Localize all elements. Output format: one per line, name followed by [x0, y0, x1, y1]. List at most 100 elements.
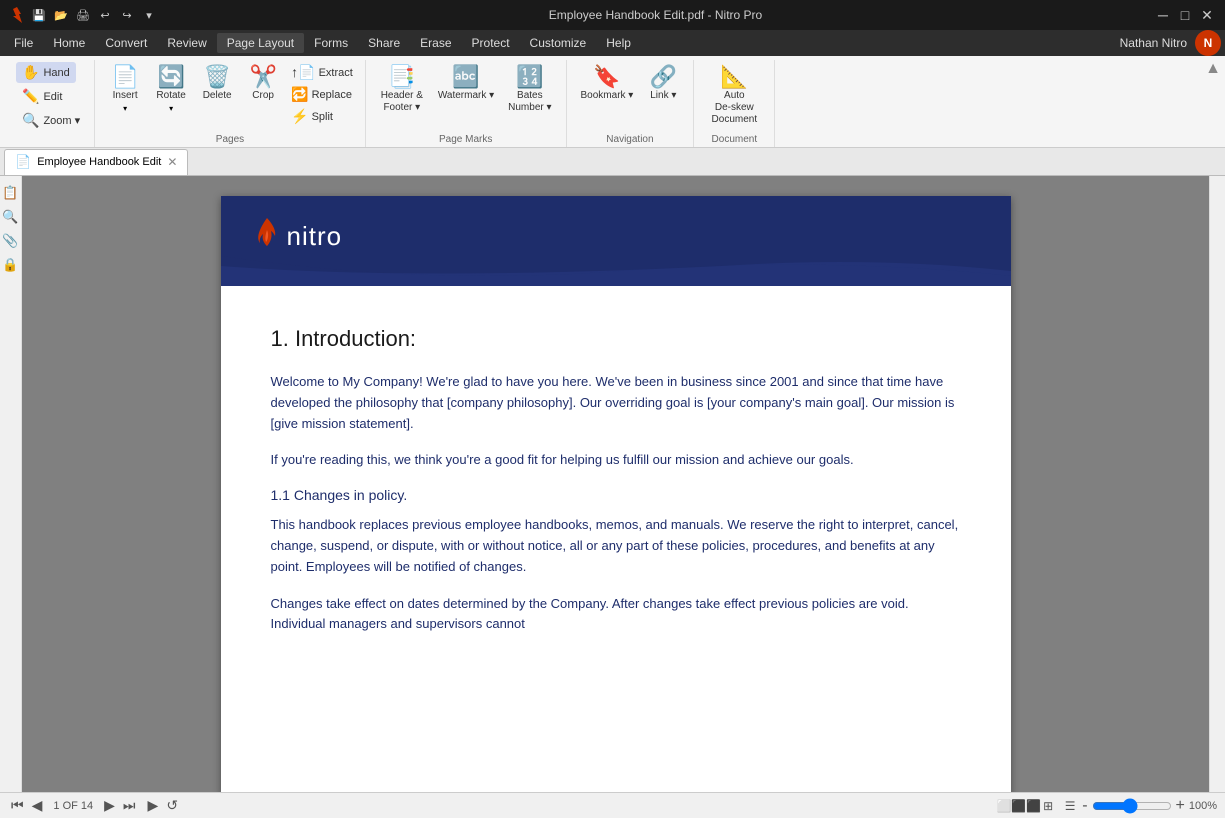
menu-customize[interactable]: Customize	[520, 33, 597, 53]
qa-undo[interactable]: ↩	[96, 6, 114, 24]
first-page-button[interactable]: ⏮	[8, 797, 27, 814]
nitro-flame-icon	[251, 216, 283, 256]
user-name: Nathan Nitro	[1120, 36, 1187, 50]
qa-print[interactable]: 🖨	[74, 6, 92, 24]
tab-label: Employee Handbook Edit	[37, 156, 161, 168]
qa-more[interactable]: ▾	[140, 6, 158, 24]
section-heading-2: 1.1 Changes in policy.	[271, 487, 961, 503]
last-page-button[interactable]: ⏭	[120, 797, 139, 814]
header-footer-button[interactable]: 📑 Header &Footer ▾	[374, 62, 430, 118]
tab-icon: 📄	[15, 154, 31, 170]
ribbon-group-mode: ✋ Hand ✏️ Edit 🔍 Zoom ▾	[8, 60, 95, 147]
document-tab[interactable]: 📄 Employee Handbook Edit ✕	[4, 149, 188, 175]
prev-page-button[interactable]: ◀	[29, 797, 46, 814]
minimize-button[interactable]: ─	[1153, 5, 1173, 25]
edit-mode-button[interactable]: ✏️ Edit	[16, 86, 68, 107]
status-bar: ⏮ ◀ 1 OF 14 ▶ ⏭ ▶ ↺ ⬜ ⬛⬛ ⊞ ☰ - + 100%	[0, 792, 1225, 818]
tab-bar: 📄 Employee Handbook Edit ✕	[0, 148, 1225, 176]
play-button[interactable]: ▶	[145, 797, 162, 814]
menu-protect[interactable]: Protect	[462, 33, 520, 53]
menu-erase[interactable]: Erase	[410, 33, 461, 53]
menu-home[interactable]: Home	[43, 33, 95, 53]
view-scroll-icon[interactable]: ☰	[1060, 796, 1080, 816]
hand-icon: ✋	[22, 64, 39, 81]
user-avatar[interactable]: N	[1195, 30, 1221, 56]
vertical-scrollbar[interactable]	[1209, 176, 1225, 792]
pdf-header: nitro	[221, 196, 1011, 286]
document-group-label: Document	[712, 130, 758, 145]
window-title: Employee Handbook Edit.pdf - Nitro Pro	[158, 8, 1153, 22]
split-icon: ⚡	[291, 108, 308, 125]
view-controls: ⬜ ⬛⬛ ⊞ ☰ - + 100%	[994, 796, 1217, 816]
menu-page-layout[interactable]: Page Layout	[217, 33, 304, 53]
menu-file[interactable]: File	[4, 33, 43, 53]
nitro-brand-text: nitro	[287, 221, 343, 252]
edit-icon: ✏️	[22, 88, 39, 105]
page-marks-group-label: Page Marks	[439, 130, 492, 145]
pages-group-label: Pages	[216, 130, 244, 145]
zoom-out-button[interactable]: -	[1082, 797, 1087, 815]
bates-icon: 🔢	[516, 66, 543, 88]
qa-open[interactable]: 📂	[52, 6, 70, 24]
zoom-percentage: 100%	[1189, 800, 1217, 812]
replace-button[interactable]: 🔁 Replace	[287, 84, 357, 105]
qa-save[interactable]: 💾	[30, 6, 48, 24]
paragraph-2: This handbook replaces previous employee…	[271, 515, 961, 577]
delete-button[interactable]: 🗑️ Delete	[195, 62, 239, 106]
menu-share[interactable]: Share	[358, 33, 410, 53]
header-footer-icon: 📑	[388, 66, 415, 88]
zoom-icon: 🔍	[22, 112, 39, 129]
bookmark-button[interactable]: 🔖 Bookmark ▾	[575, 62, 640, 106]
left-sidebar: 📋 🔍 📎 🔒	[0, 176, 22, 792]
next-page-button[interactable]: ▶	[101, 797, 118, 814]
crop-button[interactable]: ✂️ Crop	[241, 62, 285, 106]
watermark-button[interactable]: 🔤 Watermark ▾	[432, 62, 500, 106]
sidebar-tool-3[interactable]: 📎	[2, 232, 20, 250]
bates-number-button[interactable]: 🔢 BatesNumber ▾	[502, 62, 557, 118]
close-button[interactable]: ✕	[1197, 5, 1217, 25]
split-button[interactable]: ⚡ Split	[287, 106, 357, 127]
zoom-in-button[interactable]: +	[1176, 797, 1185, 815]
link-icon: 🔗	[650, 66, 677, 88]
ribbon-group-document: 📐 AutoDe-skewDocument Document	[694, 60, 775, 147]
maximize-button[interactable]: □	[1175, 5, 1195, 25]
view-grid-icon[interactable]: ⊞	[1038, 796, 1058, 816]
title-bar-left: 💾 📂 🖨 ↩ ↪ ▾	[8, 6, 158, 24]
loop-button[interactable]: ↺	[163, 797, 181, 814]
auto-deskew-button[interactable]: 📐 AutoDe-skewDocument	[702, 62, 766, 130]
menu-help[interactable]: Help	[596, 33, 641, 53]
sidebar-tool-2[interactable]: 🔍	[2, 208, 20, 226]
zoom-slider[interactable]	[1092, 798, 1172, 814]
ribbon: ✋ Hand ✏️ Edit 🔍 Zoom ▾ 📄 Insert	[0, 56, 1225, 148]
document-area[interactable]: nitro 1. Introduction: Welcome to My Com…	[22, 176, 1209, 792]
header-wave	[221, 256, 1011, 286]
app-icon	[8, 6, 26, 24]
title-bar: 💾 📂 🖨 ↩ ↪ ▾ Employee Handbook Edit.pdf -…	[0, 0, 1225, 30]
extract-replace-split-group: ↑📄 Extract 🔁 Replace ⚡ Split	[287, 62, 357, 127]
rotate-button[interactable]: 🔄 Rotate ▾	[149, 62, 193, 117]
qa-redo[interactable]: ↪	[118, 6, 136, 24]
sidebar-tool-4[interactable]: 🔒	[2, 256, 20, 274]
section-heading-1: 1. Introduction:	[271, 326, 961, 352]
hand-mode-button[interactable]: ✋ Hand	[16, 62, 76, 83]
sidebar-tool-1[interactable]: 📋	[2, 184, 20, 202]
insert-button[interactable]: 📄 Insert ▾	[103, 62, 147, 117]
replace-icon: 🔁	[291, 86, 308, 103]
menu-review[interactable]: Review	[157, 33, 216, 53]
tab-close-button[interactable]: ✕	[167, 155, 177, 169]
deskew-icon: 📐	[721, 66, 748, 88]
view-two-page-icon[interactable]: ⬛⬛	[1016, 796, 1036, 816]
navigation-group-label: Navigation	[606, 130, 653, 145]
extract-button[interactable]: ↑📄 Extract	[287, 62, 357, 83]
menu-forms[interactable]: Forms	[304, 33, 358, 53]
user-section: Nathan Nitro N	[1120, 30, 1221, 56]
play-controls: ▶ ↺	[145, 797, 182, 814]
menu-convert[interactable]: Convert	[95, 33, 157, 53]
page-navigation: ⏮ ◀ 1 OF 14 ▶ ⏭	[8, 797, 139, 814]
zoom-bar: - + 100%	[1082, 797, 1217, 815]
ribbon-collapse-arrow[interactable]: ▲	[1205, 60, 1221, 78]
link-button[interactable]: 🔗 Link ▾	[641, 62, 685, 106]
zoom-mode-button[interactable]: 🔍 Zoom ▾	[16, 110, 86, 131]
rotate-icon: 🔄	[157, 66, 184, 88]
watermark-icon: 🔤	[452, 66, 479, 88]
